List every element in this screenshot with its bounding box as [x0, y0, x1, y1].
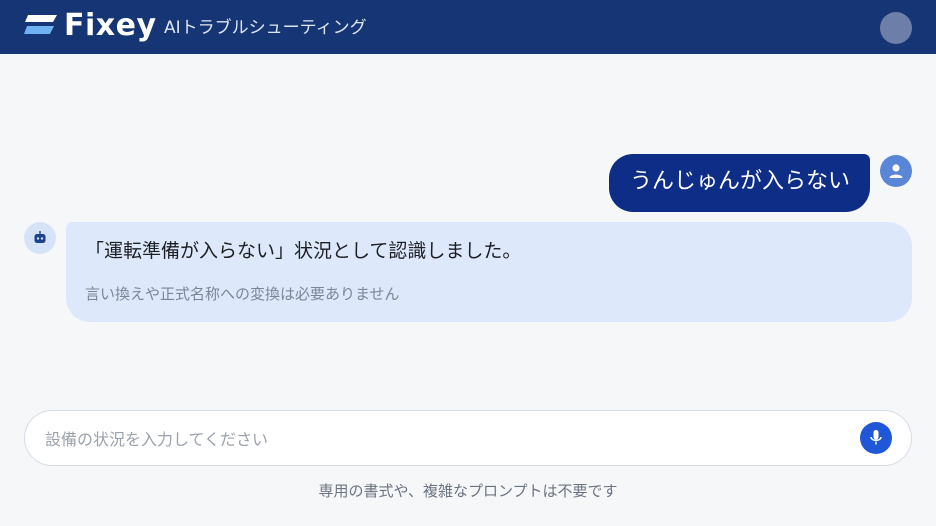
assistant-message: 「運転準備が入らない」状況として認識しました。 言い換えや正式名称への変換は必要…	[66, 222, 912, 322]
microphone-button[interactable]	[860, 422, 892, 454]
user-avatar-icon[interactable]	[880, 12, 912, 44]
assistant-message-note: 言い換えや正式名称への変換は必要ありません	[85, 285, 400, 303]
assistant-message-text: 「運転準備が入らない」状況として認識しました。	[85, 240, 522, 262]
microphone-icon	[870, 430, 882, 445]
chat-input-container	[24, 410, 912, 466]
user-icon	[880, 155, 912, 187]
brand-name[interactable]: Fixey	[64, 9, 157, 43]
app-subtitle: AIトラブルシューティング	[164, 18, 367, 38]
user-message: うんじゅんが入らない	[608, 154, 870, 212]
fixey-logo-icon[interactable]	[24, 13, 58, 39]
app-header: Fixey AIトラブルシューティング	[0, 0, 936, 54]
input-hint: 専用の書式や、複雑なプロンプトは不要です	[318, 482, 618, 500]
chat-input[interactable]	[45, 426, 845, 452]
robot-icon	[24, 222, 56, 254]
